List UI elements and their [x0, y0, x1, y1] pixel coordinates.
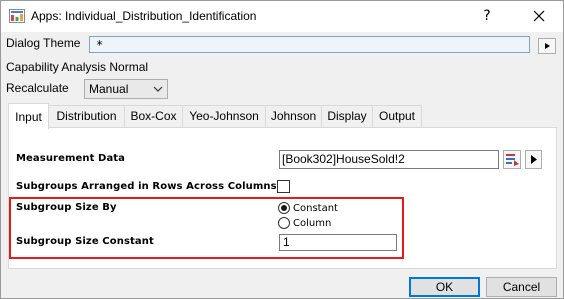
subgroup-size-by-label: Subgroup Size By [16, 202, 117, 213]
radio-column-label: Column [293, 218, 332, 229]
dialog-theme-label: Dialog Theme [6, 36, 81, 50]
measurement-data-input[interactable]: [Book302]HouseSold!2 [279, 150, 499, 169]
tab-distribution[interactable]: Distribution [48, 105, 125, 127]
close-icon[interactable] [527, 6, 551, 26]
subgroups-rows-label: Subgroups Arranged in Rows Across Column… [16, 181, 277, 192]
tab-display[interactable]: Display [321, 105, 373, 127]
tab-input[interactable]: Input [8, 103, 49, 129]
dialog-window: Apps: Individual_Distribution_Identifica… [0, 0, 564, 299]
tab-johnson[interactable]: Johnson [265, 105, 322, 127]
play-arrow-icon [531, 155, 537, 164]
play-arrow-icon [545, 43, 550, 49]
subgroup-size-constant-input[interactable]: 1 [279, 234, 397, 251]
title-bar[interactable]: Apps: Individual_Distribution_Identifica… [1, 1, 563, 32]
capability-analysis-label: Capability Analysis Normal [6, 60, 149, 74]
subgroups-rows-checkbox[interactable] [277, 180, 290, 193]
radio-column[interactable] [278, 217, 290, 229]
dialog-theme-field[interactable]: * [89, 36, 530, 53]
measurement-data-menu-button[interactable] [525, 150, 542, 169]
range-select-icon[interactable] [503, 150, 521, 169]
recalculate-select[interactable]: Manual [84, 79, 168, 99]
tab-box-cox[interactable]: Box-Cox [124, 105, 183, 127]
tab-output[interactable]: Output [372, 105, 422, 127]
dialog-theme-menu-button[interactable] [538, 38, 556, 54]
radio-constant-label: Constant [293, 203, 338, 214]
window-title: Apps: Individual_Distribution_Identifica… [31, 9, 257, 23]
help-button[interactable]: ? [477, 6, 497, 26]
tab-yeo-johnson[interactable]: Yeo-Johnson [182, 105, 266, 127]
recalculate-value: Manual [89, 82, 129, 96]
subgroup-size-constant-label: Subgroup Size Constant [16, 236, 154, 247]
recalculate-label: Recalculate [6, 81, 69, 95]
measurement-data-label: Measurement Data [16, 153, 126, 164]
origin-app-icon [9, 9, 25, 23]
chevron-down-icon [153, 86, 163, 92]
cancel-button[interactable]: Cancel [486, 277, 557, 297]
radio-constant[interactable] [278, 202, 290, 214]
ok-button[interactable]: OK [409, 277, 480, 297]
